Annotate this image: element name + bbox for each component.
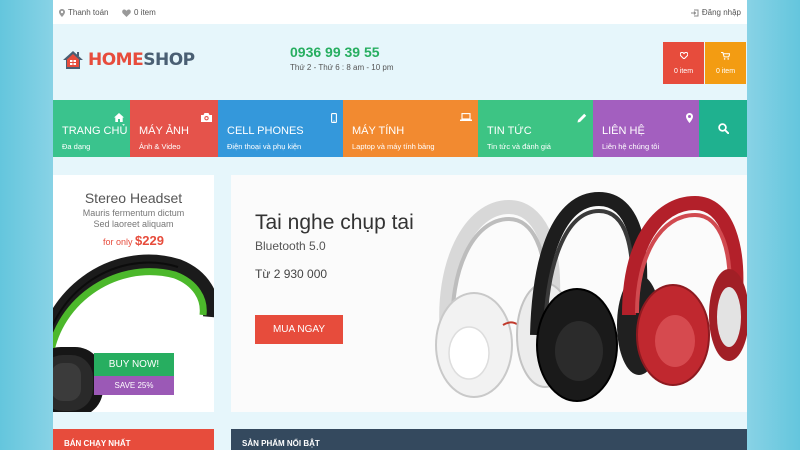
nav-label: Liên hệ <box>602 125 645 137</box>
checkout-link[interactable]: Thanh toán <box>59 8 108 17</box>
buy-button[interactable]: Mua ngay <box>255 315 343 344</box>
mobile-icon <box>331 113 337 123</box>
nav-sublabel: Liên hệ chúng tôi <box>602 142 660 151</box>
nav-sublabel: Laptop và máy tính bảng <box>352 142 435 151</box>
laptop-icon <box>460 113 472 121</box>
promo-banner[interactable]: Stereo Headset Mauris fermentum dictum S… <box>53 175 214 412</box>
nav-item-may-tinh[interactable]: Máy tính Laptop và máy tính bảng <box>343 100 478 157</box>
heart-icon <box>122 8 131 17</box>
wishlist-link[interactable]: 0 item <box>122 8 156 17</box>
nav-sublabel: Tin tức và đánh giá <box>487 142 551 151</box>
cart-count: 0 item <box>715 68 736 75</box>
hero-slider: Tai nghe chụp tai Bluetooth 5.0 Từ 2 930… <box>231 175 747 412</box>
nav-sublabel: Đa dạng <box>62 142 91 151</box>
nav-sublabel: Điện thoại và phụ kiện <box>227 142 302 151</box>
nav-search-button[interactable] <box>699 100 747 157</box>
nav-label: Cell phones <box>227 125 304 137</box>
nav-sublabel: Ảnh & Video <box>139 142 181 151</box>
map-marker-icon <box>686 113 693 123</box>
featured-products-heading: Sản phẩm nổi bật <box>231 429 747 450</box>
promo-title: Stereo Headset <box>84 190 183 206</box>
checkout-label: Thanh toán <box>68 8 109 17</box>
home-icon <box>114 113 124 122</box>
hero-subtitle: Bluetooth 5.0 <box>255 239 326 253</box>
map-marker-icon <box>59 8 65 17</box>
promo-description: Mauris fermentum dictum Sed laoreet aliq… <box>53 208 214 230</box>
hero-title: Tai nghe chụp tai <box>255 211 414 234</box>
heart-icon <box>679 52 688 59</box>
nav-item-trang-chu[interactable]: Trang chủ Đa dạng <box>53 100 130 157</box>
buy-now-button[interactable]: Buy now! <box>94 353 174 376</box>
headphones-image <box>435 191 747 402</box>
cart-icon <box>721 52 730 60</box>
camera-icon <box>201 113 212 122</box>
nav-label: Tin tức <box>487 125 532 137</box>
opening-hours: Thứ 2 - Thứ 6 : 8 am - 10 pm <box>290 63 394 72</box>
nav-label: Trang chủ <box>62 125 128 137</box>
nav-label: Máy ảnh <box>139 125 189 137</box>
house-logo-icon <box>63 51 83 69</box>
wishlist-box[interactable]: 0 item <box>663 42 704 84</box>
login-label: Đăng nhập <box>701 8 741 17</box>
login-link[interactable]: Đăng nhập <box>690 8 741 17</box>
nav-item-tin-tuc[interactable]: Tin tức Tin tức và đánh giá <box>478 100 593 157</box>
phone-number: 0936 99 39 55 <box>290 44 380 60</box>
promo-desc-line-2: Sed laoreet aliquam <box>93 219 174 229</box>
pencil-icon <box>577 113 587 123</box>
nav-item-cell-phones[interactable]: Cell phones Điện thoại và phụ kiện <box>218 100 343 157</box>
wishlist-label: 0 item <box>134 8 156 17</box>
logo-text: HOMESHOP <box>88 50 195 70</box>
top-bar: Thanh toán 0 item Đăng nhập <box>53 0 747 24</box>
nav-label: Máy tính <box>352 125 405 137</box>
search-icon <box>718 123 729 134</box>
nav-item-may-anh[interactable]: Máy ảnh Ảnh & Video <box>130 100 218 157</box>
nav-item-lien-he[interactable]: Liên hệ Liên hệ chúng tôi <box>593 100 699 157</box>
cart-box[interactable]: 0 item <box>705 42 746 84</box>
hero-price: Từ 2 930 000 <box>255 267 328 281</box>
sign-in-icon <box>690 9 699 16</box>
promo-desc-line-1: Mauris fermentum dictum <box>82 208 185 218</box>
wishlist-count: 0 item <box>673 68 694 75</box>
save-badge: Save 25% <box>94 376 174 395</box>
header: HOMESHOP 0936 99 39 55 Thứ 2 - Thứ 6 : 8… <box>53 24 747 96</box>
bestseller-heading: Bán chạy nhất <box>53 429 214 450</box>
logo[interactable]: HOMESHOP <box>62 50 195 70</box>
